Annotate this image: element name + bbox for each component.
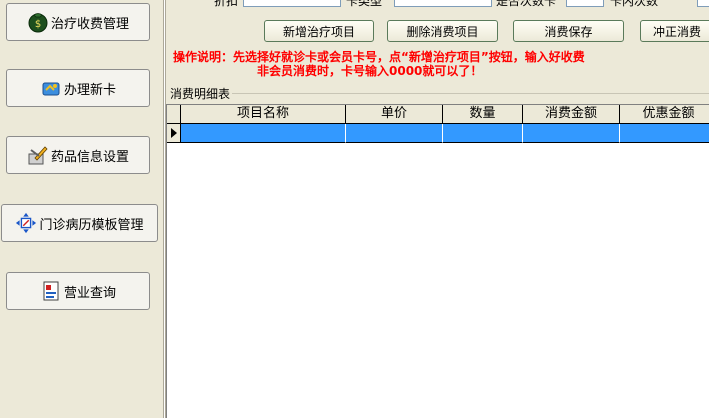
table-cell[interactable] <box>181 124 346 143</box>
current-row-arrow-icon <box>170 128 177 138</box>
sidebar-item-treatment-billing[interactable]: $ 治疗收费管理 <box>6 3 150 41</box>
sidebar-item-label: 办理新卡 <box>63 82 116 98</box>
sidebar-item-label: 营业查询 <box>63 285 116 301</box>
drug-settings-icon <box>27 144 49 166</box>
svg-text:$: $ <box>35 19 41 30</box>
card-type-label: 卡类型 <box>346 0 383 8</box>
sidebar-item-business-query[interactable]: 营业查询 <box>6 272 150 310</box>
discount-label: 折扣 <box>214 0 239 8</box>
instructions-line-1: 操作说明：先选择好就诊卡或会员卡号，点“新增治疗项目”按钮，输入好收费 <box>173 50 585 64</box>
use-count-label: 是否次数卡 <box>496 0 557 8</box>
reverse-consumption-button[interactable]: 冲正消费 <box>640 20 709 42</box>
table-cell[interactable] <box>523 124 620 143</box>
sidebar-item-drug-settings[interactable]: 药品信息设置 <box>6 136 150 174</box>
new-card-icon <box>40 77 62 99</box>
money-bag-icon: $ <box>27 11 49 33</box>
save-consumption-button[interactable]: 消费保存 <box>513 20 624 42</box>
sidebar-item-new-card[interactable]: 办理新卡 <box>6 69 150 107</box>
table-header: 项目名称 单价 数量 消费金额 优惠金额 <box>167 105 709 124</box>
column-header-discount[interactable]: 优惠金额 <box>620 105 709 124</box>
main-panel: 折扣 卡类型 是否次数卡 卡内次数 新增治疗项目 删除消费项目 消费保存 冲正消… <box>166 0 709 418</box>
sidebar-item-template-management[interactable]: 门诊病历模板管理 <box>1 204 158 242</box>
instructions-line-2: 非会员消费时，卡号输入0000就可以了！ <box>257 64 483 78</box>
column-header-quantity[interactable]: 数量 <box>443 105 523 124</box>
add-treatment-button[interactable]: 新增治疗项目 <box>264 20 374 42</box>
table-row[interactable] <box>167 124 709 143</box>
sidebar-item-label: 门诊病历模板管理 <box>39 217 144 233</box>
consumption-table[interactable]: 项目名称 单价 数量 消费金额 优惠金额 <box>166 104 709 418</box>
card-type-input[interactable] <box>394 0 492 7</box>
column-header-unit-price[interactable]: 单价 <box>346 105 443 124</box>
table-cell[interactable] <box>346 124 443 143</box>
discount-input[interactable] <box>243 0 341 7</box>
operation-instructions: 操作说明：先选择好就诊卡或会员卡号，点“新增治疗项目”按钮，输入好收费 非会员消… <box>173 50 709 78</box>
sidebar: $ 治疗收费管理 办理新卡 药品信息设置 门诊病历模板管理 营业查询 <box>0 0 163 418</box>
table-cell[interactable] <box>620 124 709 143</box>
sidebar-item-label: 药品信息设置 <box>50 149 129 165</box>
card-count-label: 卡内次数 <box>610 0 659 8</box>
column-header-amount[interactable]: 消费金额 <box>523 105 620 124</box>
table-corner <box>167 105 181 124</box>
group-title: 消费明细表 <box>170 85 233 102</box>
sidebar-item-label: 治疗收费管理 <box>50 16 129 32</box>
table-cell[interactable] <box>443 124 523 143</box>
column-header-item-name[interactable]: 项目名称 <box>181 105 346 124</box>
report-icon <box>40 280 62 302</box>
group-rule <box>226 93 709 94</box>
card-count-input[interactable] <box>697 0 709 7</box>
use-count-input[interactable] <box>566 0 604 7</box>
delete-item-button[interactable]: 删除消费项目 <box>387 20 498 42</box>
row-indicator[interactable] <box>167 124 181 143</box>
template-icon <box>15 212 37 234</box>
